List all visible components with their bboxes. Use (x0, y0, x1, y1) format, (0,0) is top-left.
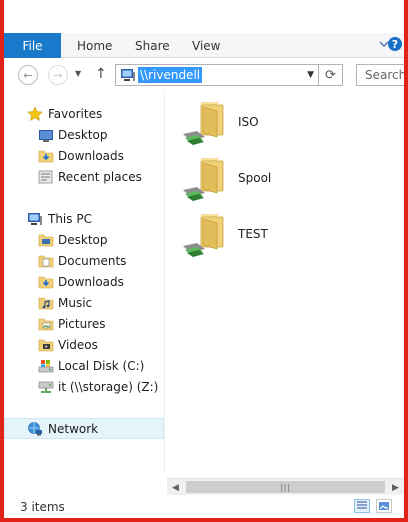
local-disk-icon (38, 358, 54, 374)
downloads-icon (38, 274, 54, 290)
computer-icon (27, 211, 43, 227)
recent-locations-dropdown-icon[interactable]: ▼ (75, 69, 81, 78)
file-list-pane[interactable]: ISO Spool TEST (165, 92, 404, 472)
up-arrow-icon[interactable]: ↑ (95, 66, 107, 82)
sidebar-item-this-pc-network-drive[interactable]: it (\\storage) (Z:) (4, 376, 164, 397)
sidebar-item-label: Downloads (58, 274, 124, 289)
ribbon-tabs: File Home Share View ? (4, 33, 404, 58)
forward-button[interactable]: → (48, 65, 68, 85)
sidebar-item-this-pc-desktop[interactable]: Desktop (4, 229, 164, 250)
tab-share[interactable]: Share (135, 39, 170, 53)
address-bar[interactable]: \\rivendell ▼ (115, 64, 319, 86)
folder-name: ISO (238, 115, 259, 129)
sidebar-item-favorites[interactable]: Favorites (4, 103, 164, 124)
sidebar-item-this-pc-pictures[interactable]: Pictures (4, 313, 164, 334)
address-dropdown-icon[interactable]: ▼ (307, 70, 314, 80)
pictures-icon (38, 316, 54, 332)
list-item[interactable]: Spool (183, 156, 323, 204)
sidebar-item-label: Music (58, 295, 93, 310)
refresh-button[interactable]: ⟳ (319, 64, 343, 86)
desktop-icon (38, 127, 54, 143)
network-drive-icon (38, 379, 54, 395)
refresh-icon: ⟳ (325, 67, 336, 83)
list-item[interactable]: ISO (183, 100, 323, 148)
horizontal-scrollbar[interactable]: ◀ ||| ▶ (167, 478, 404, 495)
network-computer-icon (120, 68, 136, 82)
sidebar-item-this-pc-videos[interactable]: Videos (4, 334, 164, 355)
shared-folder-icon (183, 100, 229, 148)
list-item[interactable]: TEST (183, 212, 323, 260)
sidebar-item-label: Videos (58, 337, 98, 352)
arrow-right-icon: → (53, 68, 63, 82)
sidebar-item-this-pc-local-disk[interactable]: Local Disk (C:) (4, 355, 164, 376)
sidebar-item-label: Recent places (58, 169, 142, 184)
sidebar-item-label: Downloads (58, 148, 124, 163)
tab-home[interactable]: Home (77, 39, 112, 53)
sidebar-item-label: it (\\storage) (Z:) (58, 379, 159, 394)
sidebar-item-favorites-recent-places[interactable]: Recent places (4, 166, 164, 187)
sidebar-item-label: Pictures (58, 316, 106, 331)
status-bar: 3 items (4, 495, 404, 518)
details-view-icon[interactable] (354, 499, 370, 513)
documents-icon (38, 253, 54, 269)
desktop-icon (38, 232, 54, 248)
back-button[interactable]: ← (18, 65, 38, 85)
sidebar-item-label: Network (48, 421, 99, 436)
music-icon (38, 295, 54, 311)
scroll-left-arrow-icon[interactable]: ◀ (167, 480, 184, 495)
navigation-bar: ← → ▼ ↑ \\rivendell ▼ ⟳ Search (4, 58, 404, 92)
sidebar-item-this-pc-music[interactable]: Music (4, 292, 164, 313)
sidebar-item-label: Desktop (58, 127, 108, 142)
downloads-icon (38, 148, 54, 164)
sidebar-item-label: This PC (48, 211, 92, 226)
videos-icon (38, 337, 54, 353)
sidebar-item-this-pc-downloads[interactable]: Downloads (4, 271, 164, 292)
navigation-pane: Favorites Desktop Downloads Recent place… (4, 92, 164, 495)
address-input[interactable]: \\rivendell (138, 67, 203, 83)
arrow-left-icon: ← (23, 68, 33, 82)
search-input[interactable]: Search (356, 64, 404, 86)
recent-places-icon (38, 169, 54, 185)
item-count: 3 items (20, 500, 65, 514)
shared-folder-icon (183, 156, 229, 204)
sidebar-item-label: Documents (58, 253, 127, 268)
tab-file[interactable]: File (4, 33, 61, 58)
sidebar-item-label: Local Disk (C:) (58, 358, 145, 373)
scrollbar-thumb[interactable]: ||| (186, 481, 385, 493)
sidebar-item-this-pc-documents[interactable]: Documents (4, 250, 164, 271)
sidebar-item-favorites-desktop[interactable]: Desktop (4, 124, 164, 145)
sidebar-item-label: Desktop (58, 232, 108, 247)
shared-folder-icon (183, 212, 229, 260)
sidebar-item-label: Favorites (48, 106, 103, 121)
folder-name: TEST (238, 227, 268, 241)
large-icons-view-icon[interactable] (376, 499, 392, 513)
scroll-right-arrow-icon[interactable]: ▶ (387, 480, 404, 495)
sidebar-item-this-pc[interactable]: This PC (4, 208, 164, 229)
star-icon (27, 105, 43, 122)
folder-name: Spool (238, 171, 272, 185)
help-button[interactable]: ? (388, 37, 402, 51)
sidebar-item-favorites-downloads[interactable]: Downloads (4, 145, 164, 166)
network-icon (27, 421, 43, 437)
sidebar-item-network[interactable]: Network (4, 418, 164, 439)
tab-view[interactable]: View (192, 39, 220, 53)
